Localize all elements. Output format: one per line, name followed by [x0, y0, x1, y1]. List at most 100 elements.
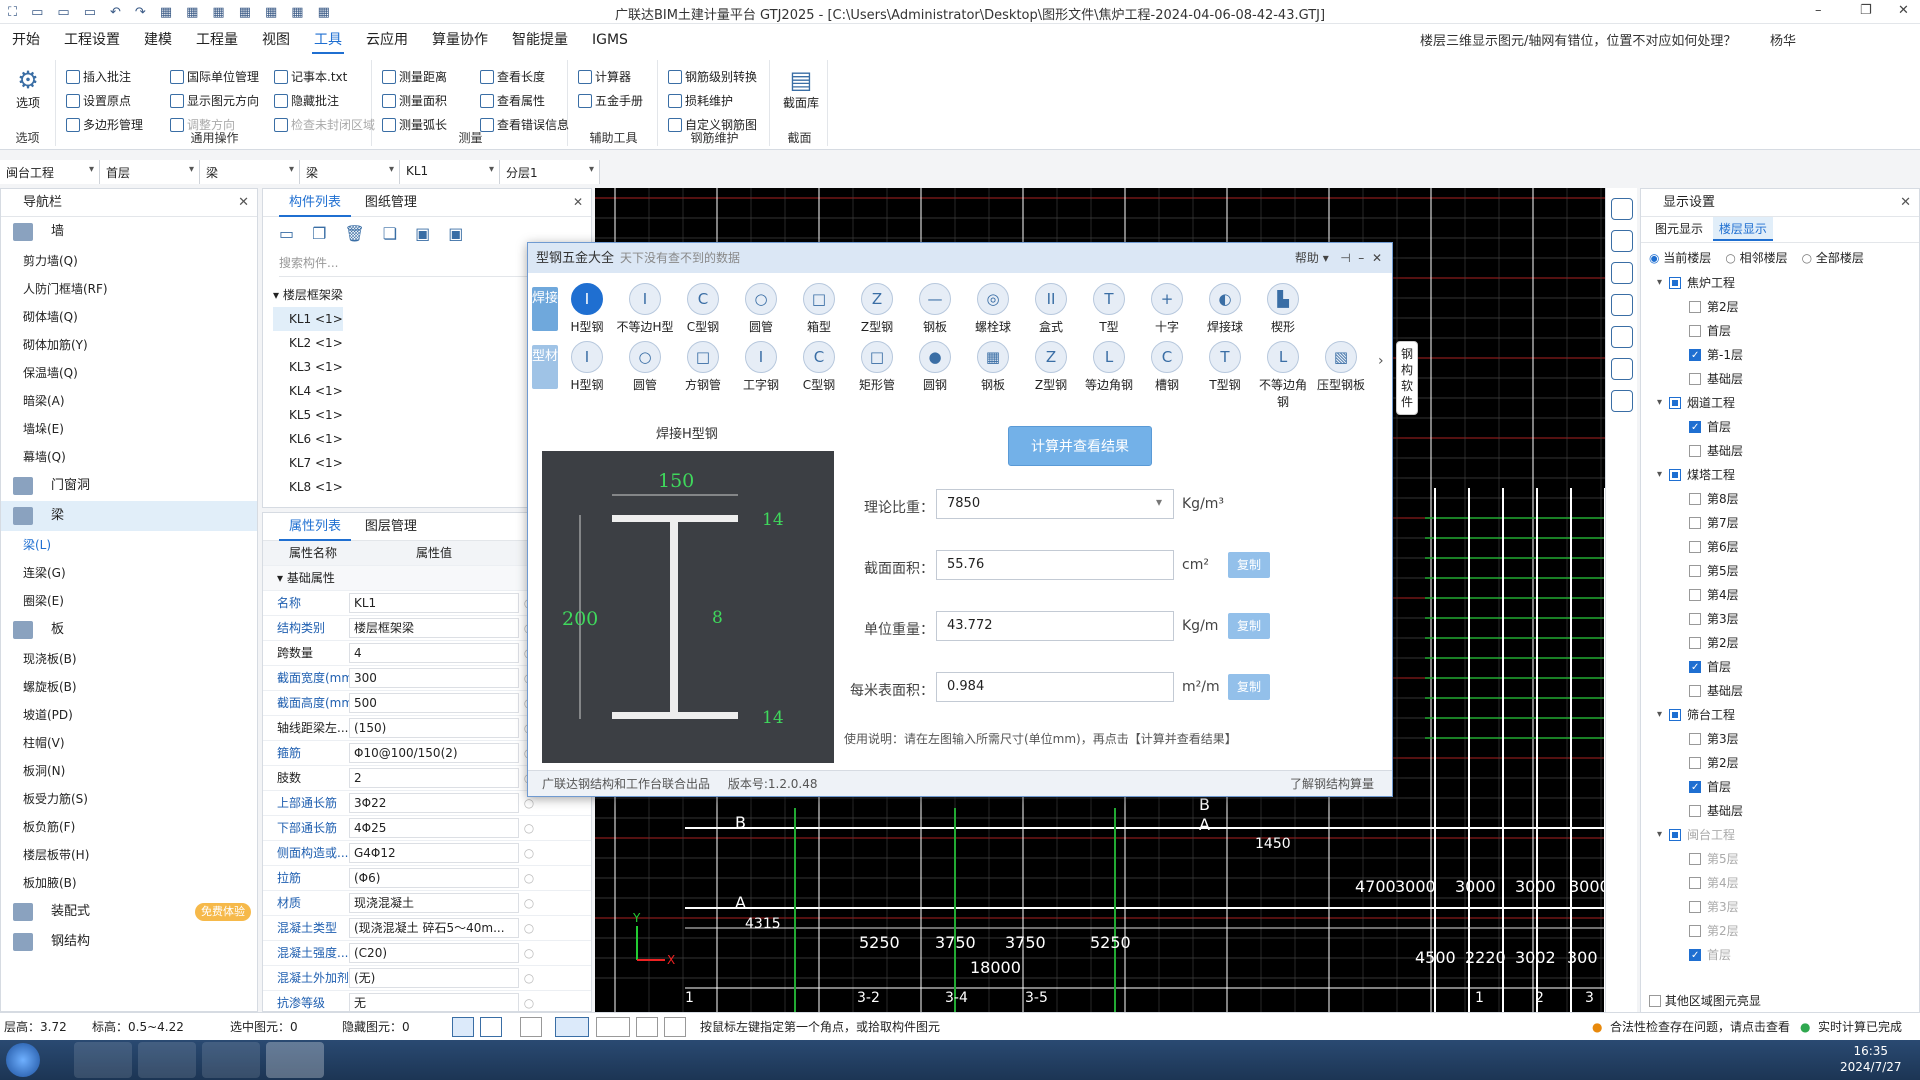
checkbox[interactable]: [1689, 733, 1701, 745]
result-value[interactable]: 7850: [936, 489, 1174, 519]
property-value[interactable]: KL1: [349, 593, 519, 613]
property-add-icon[interactable]: ○: [519, 916, 539, 940]
checkbox[interactable]: [1689, 517, 1701, 529]
property-value[interactable]: 楼层框架梁: [349, 618, 519, 638]
property-value[interactable]: 300: [349, 668, 519, 688]
checkbox[interactable]: [1689, 373, 1701, 385]
checkbox[interactable]: [1689, 877, 1701, 889]
ribbon-item[interactable]: 五金手册: [578, 92, 643, 109]
property-value[interactable]: Φ10@100/150(2): [349, 743, 519, 763]
property-value[interactable]: (Φ6): [349, 868, 519, 888]
floor-node[interactable]: 第7层: [1649, 511, 1919, 535]
floor-node[interactable]: 首层: [1649, 415, 1919, 440]
checkbox[interactable]: [1689, 493, 1701, 505]
save-icon[interactable]: ▭: [84, 5, 96, 20]
layer-copy-icon[interactable]: ❏: [383, 224, 397, 243]
project-node[interactable]: ▾ 煤塔工程: [1649, 463, 1919, 487]
selector-combo[interactable]: 分层1: [500, 160, 600, 184]
floor-node[interactable]: 第3层: [1649, 607, 1919, 631]
property-add-icon[interactable]: ○: [519, 816, 539, 840]
floor-node[interactable]: 基础层: [1649, 679, 1919, 703]
nav-subitem[interactable]: 圈梁(E): [1, 587, 257, 615]
tab-property-list[interactable]: 属性列表: [279, 513, 352, 541]
toolbar-icon[interactable]: ▦: [239, 5, 251, 20]
ribbon-item[interactable]: 测量面积: [382, 92, 447, 109]
nav-category[interactable]: 梁: [1, 501, 257, 531]
close-icon[interactable]: ✕: [1372, 251, 1382, 265]
open-icon[interactable]: ▭: [57, 5, 69, 20]
new-component-icon[interactable]: ▭: [279, 224, 294, 243]
checkbox[interactable]: [1669, 469, 1681, 481]
selector-combo[interactable]: 首层: [100, 160, 200, 184]
toolbar-icon[interactable]: ▦: [291, 5, 303, 20]
web-input[interactable]: 8: [712, 608, 723, 628]
shape-type-profile[interactable]: T T型钢: [1196, 341, 1254, 393]
property-add-icon[interactable]: ○: [519, 941, 539, 965]
shape-type-weld[interactable]: II 盒式: [1022, 283, 1080, 335]
collapse-icon[interactable]: ▾: [1657, 391, 1662, 415]
ribbon-item[interactable]: 钢筋级别转换: [668, 68, 757, 85]
menu-item[interactable]: 云应用: [354, 24, 420, 56]
close-icon[interactable]: ✕: [573, 195, 583, 209]
checkbox[interactable]: [1689, 344, 1701, 368]
floor-node[interactable]: 第8层: [1649, 487, 1919, 511]
checkbox[interactable]: [1669, 397, 1681, 409]
checkbox[interactable]: [1649, 995, 1661, 1007]
shape-type-profile[interactable]: L 不等边角钢: [1254, 341, 1312, 410]
collapse-icon[interactable]: ▾: [1657, 823, 1662, 847]
nav-subitem[interactable]: 剪力墙(Q): [1, 247, 257, 275]
tab-profile[interactable]: 型材: [532, 345, 558, 389]
snap-angle-icon[interactable]: [555, 1017, 589, 1037]
help-menu[interactable]: 帮助: [1295, 251, 1319, 265]
collapse-icon[interactable]: ▾: [1657, 703, 1662, 727]
ribbon-item[interactable]: 隐藏批注: [274, 92, 339, 109]
nav-category[interactable]: 板: [1, 615, 257, 645]
nav-subitem[interactable]: 板受力筋(S): [1, 785, 257, 813]
delete-component-icon[interactable]: 🗑: [344, 224, 364, 243]
shape-type-profile[interactable]: ▦ 钢板: [964, 341, 1022, 393]
filter-icon[interactable]: ▣: [415, 224, 430, 243]
property-value[interactable]: G4Φ12: [349, 843, 519, 863]
nav-subitem[interactable]: 现浇板(B): [1, 645, 257, 673]
checkbox[interactable]: [1689, 944, 1701, 968]
shape-type-weld[interactable]: I H型钢: [558, 283, 616, 335]
nav-subitem[interactable]: 板负筋(F): [1, 813, 257, 841]
menu-item[interactable]: 智能提量: [500, 24, 580, 56]
ribbon-item[interactable]: 显示图元方向: [170, 92, 259, 109]
shape-type-profile[interactable]: □ 方钢管: [674, 341, 732, 393]
nav-category[interactable]: 钢结构: [1, 927, 257, 957]
collapse-icon[interactable]: ▾: [1657, 271, 1662, 295]
property-add-icon[interactable]: ○: [519, 966, 539, 990]
options-button[interactable]: ⚙ 选项: [8, 66, 48, 111]
floor-node[interactable]: 基础层: [1649, 367, 1919, 391]
property-value[interactable]: 无: [349, 993, 519, 1011]
copy-button[interactable]: 复制: [1228, 674, 1270, 700]
rotate-view-icon[interactable]: [1610, 198, 1633, 220]
shape-type-weld[interactable]: Z Z型钢: [848, 283, 906, 335]
pin-icon[interactable]: ⊣: [1340, 251, 1350, 265]
nav-subitem[interactable]: 板加腋(B): [1, 869, 257, 897]
checkbox[interactable]: [1689, 445, 1701, 457]
taskbar-app-glodon[interactable]: [138, 1042, 196, 1078]
ribbon-item[interactable]: 查看长度: [480, 68, 545, 85]
close-icon[interactable]: ✕: [1900, 189, 1911, 217]
checkbox[interactable]: [1689, 613, 1701, 625]
property-add-icon[interactable]: ○: [519, 991, 539, 1011]
toolbar-icon[interactable]: ▦: [186, 5, 198, 20]
result-value[interactable]: 55.76: [936, 550, 1174, 580]
property-value[interactable]: 2: [349, 768, 519, 788]
nav-subitem[interactable]: 楼层板带(H): [1, 841, 257, 869]
ribbon-item[interactable]: 记事本.txt: [274, 68, 347, 85]
floor-node[interactable]: 第5层: [1649, 559, 1919, 583]
user-name[interactable]: 杨华: [1770, 30, 1796, 49]
shape-type-weld[interactable]: ◐ 焊接球: [1196, 283, 1254, 335]
help-search[interactable]: 楼层三维显示图元/轴网有错位，位置不对应如何处理？: [1420, 30, 1760, 52]
sort-icon[interactable]: ▣: [448, 224, 463, 243]
floor-node[interactable]: 第4层: [1649, 871, 1919, 895]
free-trial-badge[interactable]: 免费体验: [195, 903, 251, 921]
project-node[interactable]: ▾ 烟道工程: [1649, 391, 1919, 415]
tab-layer-management[interactable]: 图层管理: [355, 513, 427, 541]
floor-node[interactable]: 基础层: [1649, 439, 1919, 463]
shape-type-weld[interactable]: ○ 圆管: [732, 283, 790, 335]
shape-type-profile[interactable]: I H型钢: [558, 341, 616, 393]
